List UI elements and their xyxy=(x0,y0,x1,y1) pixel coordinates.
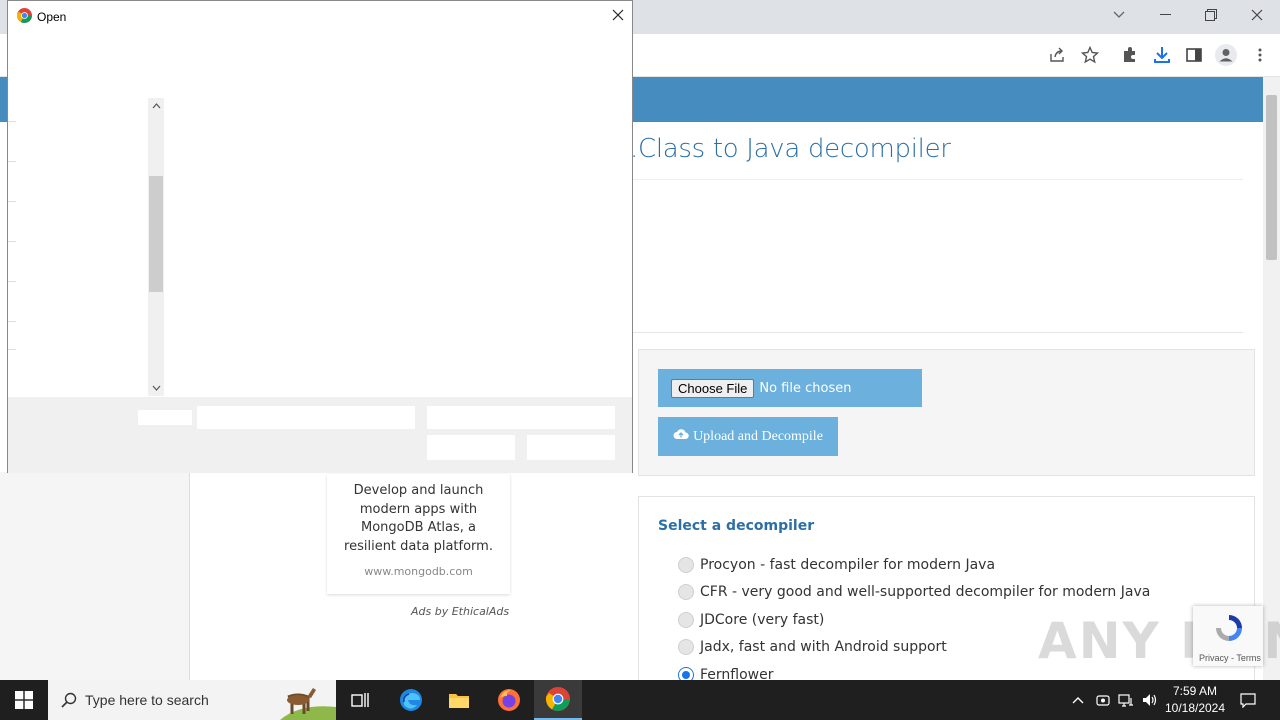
option-label: JDCore (very fast) xyxy=(700,612,825,628)
start-button[interactable] xyxy=(0,680,48,720)
tab-search-icon[interactable] xyxy=(1096,0,1142,30)
windows-taskbar: Type here to search 7:59 AM 10/18/2024 xyxy=(0,680,1280,720)
volume-icon[interactable] xyxy=(1140,680,1160,720)
taskbar-search[interactable]: Type here to search xyxy=(48,680,336,720)
scrollbar-thumb[interactable] xyxy=(149,176,163,292)
network-icon[interactable] xyxy=(1116,680,1136,720)
decompiler-option-procyon[interactable]: Procyon - fast decompiler for modern Jav… xyxy=(678,557,995,573)
bookmark-star-icon[interactable] xyxy=(1079,44,1101,66)
cancel-button[interactable] xyxy=(527,435,615,460)
restore-button[interactable] xyxy=(1188,0,1234,30)
open-button[interactable] xyxy=(427,435,515,460)
divider xyxy=(633,332,1243,333)
clock-date: 10/18/2024 xyxy=(1164,701,1226,715)
task-view-icon[interactable] xyxy=(336,680,384,720)
profile-avatar-icon[interactable] xyxy=(1215,44,1237,66)
minimize-button[interactable] xyxy=(1142,0,1188,30)
option-label: Procyon - fast decompiler for modern Jav… xyxy=(700,557,996,573)
file-explorer-icon[interactable] xyxy=(435,680,483,720)
page-title: .Class to Java decompiler xyxy=(630,134,951,164)
ad-url[interactable]: www.mongodb.com xyxy=(327,565,510,578)
close-window-button[interactable] xyxy=(1234,0,1280,30)
decompiler-option-cfr[interactable]: CFR - very good and well-supported decom… xyxy=(678,584,1150,600)
meet-now-icon[interactable] xyxy=(1093,680,1113,720)
recaptcha-icon xyxy=(1216,615,1242,641)
file-name-label xyxy=(138,410,192,425)
clock-time: 7:59 AM xyxy=(1172,684,1218,698)
radio-button[interactable] xyxy=(678,612,694,628)
decompiler-option-jdcore[interactable]: JDCore (very fast) xyxy=(678,612,824,628)
radio-button[interactable] xyxy=(678,557,694,573)
scroll-up-icon[interactable] xyxy=(148,98,164,114)
choose-file-button[interactable]: Choose File xyxy=(671,378,755,398)
chrome-icon xyxy=(16,8,32,23)
ad-text: Develop and launch modern apps with Mong… xyxy=(344,483,493,554)
decompiler-option-jadx[interactable]: Jadx, fast and with Android support xyxy=(678,639,947,655)
upload-button-label: Upload and Decompile xyxy=(693,428,823,444)
radio-button[interactable] xyxy=(678,584,694,600)
navigation-scrollbar[interactable] xyxy=(148,98,164,396)
option-label: Jadx, fast and with Android support xyxy=(700,639,947,655)
edge-icon[interactable] xyxy=(387,680,435,720)
scroll-down-icon[interactable] xyxy=(148,380,164,396)
file-status: No file chosen xyxy=(759,380,852,396)
open-file-dialog: Open xyxy=(7,0,633,473)
close-icon[interactable] xyxy=(608,5,628,25)
dialog-footer xyxy=(8,397,632,473)
windows-logo-icon xyxy=(15,691,33,709)
radio-button[interactable] xyxy=(678,639,694,655)
file-name-input[interactable] xyxy=(197,406,415,429)
search-highlight-image xyxy=(270,681,336,720)
show-hidden-icons-chevron[interactable] xyxy=(1068,680,1088,720)
ad-card[interactable]: Develop and launch modern apps with Mong… xyxy=(327,474,510,594)
option-label: CFR - very good and well-supported decom… xyxy=(700,584,1151,600)
side-panel-icon[interactable] xyxy=(1183,44,1205,66)
file-input[interactable]: Choose File No file chosen xyxy=(658,369,922,407)
dialog-title: Open xyxy=(37,10,67,24)
decompiler-section-title: Select a decompiler xyxy=(658,518,815,534)
system-clock[interactable]: 7:59 AM 10/18/2024 xyxy=(1160,683,1230,717)
divider xyxy=(633,179,1243,180)
search-icon xyxy=(61,692,77,708)
file-type-select[interactable] xyxy=(427,406,615,429)
ad-attribution[interactable]: Ads by EthicalAds xyxy=(411,605,509,618)
extensions-icon[interactable] xyxy=(1119,44,1141,66)
chrome-taskbar-icon[interactable] xyxy=(534,680,582,720)
cloud-upload-icon xyxy=(673,428,689,445)
firefox-icon[interactable] xyxy=(485,680,533,720)
recaptcha-links[interactable]: Privacy - Terms xyxy=(1199,653,1261,663)
notifications-icon[interactable] xyxy=(1236,680,1260,720)
upload-decompile-button[interactable]: Upload and Decompile xyxy=(658,417,838,456)
download-icon[interactable] xyxy=(1151,44,1173,66)
page-scrollbar[interactable] xyxy=(1263,77,1280,680)
share-icon[interactable] xyxy=(1047,44,1069,66)
browser-menu-icon[interactable] xyxy=(1249,44,1271,66)
search-placeholder: Type here to search xyxy=(85,692,209,708)
left-sidebar xyxy=(0,472,190,680)
